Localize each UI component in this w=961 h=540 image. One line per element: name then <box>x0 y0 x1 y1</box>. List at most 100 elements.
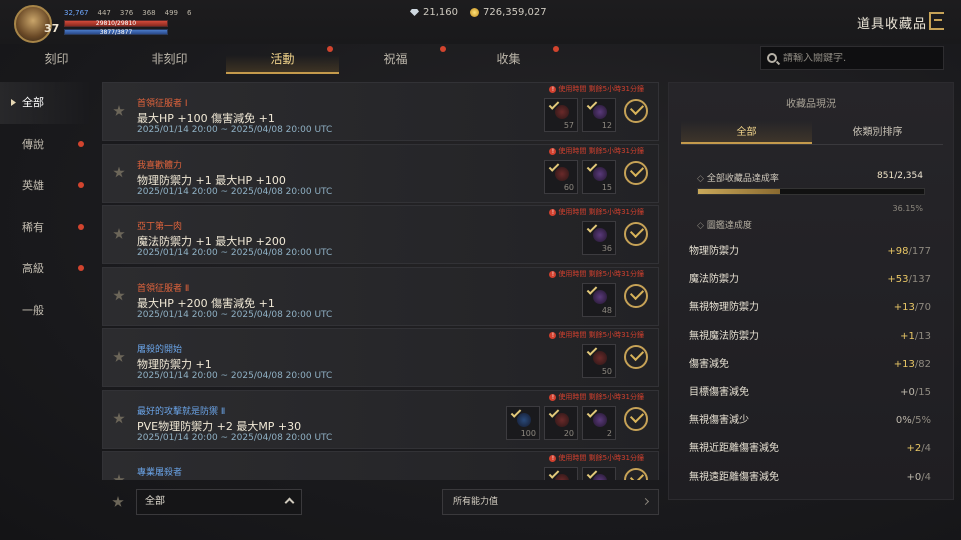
material-count: 50 <box>601 367 612 376</box>
favorite-star-icon[interactable] <box>113 166 125 178</box>
tab-engraved[interactable]: 刻印 <box>0 44 113 74</box>
tab-collect[interactable]: 收集 <box>452 44 565 74</box>
stat-total: /4 <box>921 443 931 455</box>
chevron-up-icon <box>284 497 295 508</box>
sidebar-item-legend[interactable]: 傳說 <box>0 124 92 166</box>
tab-non-engraved[interactable]: 非刻印 <box>113 44 226 74</box>
favorite-star-icon[interactable] <box>113 105 125 116</box>
stat-filter-dropdown[interactable]: 所有能力值 <box>442 489 659 515</box>
tab-blessing[interactable]: 祝福 <box>339 44 452 74</box>
collection-row[interactable]: 我喜歡體力 物理防禦力 +1 最大HP +100 2025/01/14 20:0… <box>102 143 659 203</box>
time-remaining: ! 使用時間 剩餘5小時31分鐘 <box>549 392 644 402</box>
stat-row: 魔法防禦力 +53/137 <box>689 266 931 294</box>
register-check-icon[interactable] <box>624 406 648 431</box>
register-check-icon[interactable] <box>624 283 648 308</box>
collection-row[interactable]: 首領征服者 Ⅱ 最大HP +200 傷害減免 +1 2025/01/14 20:… <box>102 266 659 326</box>
material-slot[interactable]: 12 <box>582 98 616 132</box>
material-slot[interactable]: 20 <box>544 405 578 440</box>
combat-power: 32,767 <box>64 9 89 17</box>
time-remaining: ! 使用時間 剩餘5小時31分鐘 <box>549 269 644 279</box>
register-check-icon[interactable] <box>624 345 648 369</box>
stat-value: 0%/5% <box>896 407 931 435</box>
stat-value: +13/82 <box>894 351 931 379</box>
material-slot[interactable]: 48 <box>582 282 616 317</box>
collection-row[interactable]: 專業屠殺者 物理防禦力 +1 !使用時間 剩餘5小時31分鐘 <box>102 451 659 480</box>
tab-all[interactable]: 全部 <box>681 121 812 144</box>
tab-label: 非刻印 <box>151 52 188 66</box>
search-box <box>760 46 944 70</box>
search-input[interactable] <box>783 52 933 64</box>
sidebar-item-hero[interactable]: 英雄 <box>0 165 92 207</box>
material-orb-icon <box>517 412 531 427</box>
exit-icon[interactable] <box>929 12 944 30</box>
register-check-icon[interactable] <box>624 468 648 480</box>
material-slot[interactable]: 2 <box>582 405 616 440</box>
favorite-star-icon[interactable] <box>113 228 125 239</box>
collection-effect: 物理防禦力 +1 <box>137 479 212 480</box>
collection-row[interactable]: 首領征服者 Ⅰ 最大HP +100 傷害減免 +1 2025/01/14 20:… <box>102 82 659 141</box>
alert-icon: ! <box>549 147 557 155</box>
collection-row[interactable]: 最好的攻擊就是防禦 Ⅱ PVE物理防禦力 +2 最大MP +30 2025/01… <box>102 389 659 449</box>
sidebar-item-advanced[interactable]: 高級 <box>0 248 92 290</box>
stat-name: 無視傷害減少 <box>689 415 749 427</box>
material-count: 48 <box>601 305 612 315</box>
collection-effect: 魔法防禦力 +1 最大HP +200 <box>137 235 286 248</box>
timer-text: 使用時間 剩餘5小時31分鐘 <box>558 208 644 216</box>
progress-fill <box>698 189 780 194</box>
material-slot[interactable]: 50 <box>582 344 616 378</box>
overall-done: 851 <box>877 171 895 181</box>
stat-name: 傷害減免 <box>689 358 729 370</box>
stat-current: +53 <box>887 274 909 286</box>
stat-current: +0 <box>900 386 915 398</box>
register-check-icon[interactable] <box>624 160 648 185</box>
favorite-filter-star-icon[interactable] <box>112 496 124 507</box>
tab-by-category[interactable]: 依類別排序 <box>812 121 943 144</box>
material-slot[interactable]: 36 <box>582 221 616 255</box>
category-filter-dropdown[interactable]: 全部 <box>136 489 302 515</box>
stat-row: 無視近距離傷害減免 +2/4 <box>689 435 931 463</box>
stat-total: /4 <box>921 471 931 483</box>
material-slot[interactable]: 57 <box>544 98 578 132</box>
search-icon <box>767 53 777 63</box>
sidebar-item-rare[interactable]: 稀有 <box>0 207 92 249</box>
stat-row: 無視物理防禦力 +13/70 <box>689 294 931 322</box>
stat-row: 傷害減免 +13/82 <box>689 351 931 379</box>
stat-total: /82 <box>914 358 931 370</box>
material-slots: 36 <box>582 221 616 255</box>
material-slot[interactable] <box>544 467 578 480</box>
favorite-star-icon[interactable] <box>113 351 125 362</box>
material-slot[interactable]: 60 <box>544 159 578 194</box>
collection-row[interactable]: 屠殺的開始 物理防禦力 +1 2025/01/14 20:00 ~ 2025/0… <box>102 328 659 387</box>
stat-value: +98/177 <box>887 238 931 266</box>
collection-row[interactable]: 亞丁第一肉 魔法防禦力 +1 最大HP +200 2025/01/14 20:0… <box>102 205 659 264</box>
register-check-icon[interactable] <box>624 99 648 123</box>
collection-effect: 物理防禦力 +1 最大HP +100 <box>137 173 286 187</box>
material-orb-icon <box>593 412 607 427</box>
stat-name: 無視魔法防禦力 <box>689 330 759 342</box>
sidebar-item-label: 稀有 <box>22 220 44 234</box>
favorite-star-icon[interactable] <box>113 289 125 301</box>
notification-dot <box>78 223 84 230</box>
collection-effect: PVE物理防禦力 +2 最大MP +30 <box>137 419 302 433</box>
tab-event[interactable]: 活動 <box>226 44 339 74</box>
material-orb-icon <box>593 474 607 480</box>
sidebar-item-all[interactable]: 全部 <box>0 82 92 124</box>
material-slot[interactable]: 15 <box>582 159 616 194</box>
material-slot[interactable]: 100 <box>506 405 540 440</box>
material-slots: 100 20 2 <box>506 405 616 440</box>
dropdown-value: 全部 <box>145 496 165 507</box>
mp-bar: 3877/3877 <box>64 29 168 36</box>
favorite-star-icon[interactable] <box>113 474 125 480</box>
stat-name: 魔法防禦力 <box>689 274 739 286</box>
stat-row: 目標傷害減免 +0/15 <box>689 379 931 407</box>
sidebar-item-label: 一般 <box>22 303 44 317</box>
sidebar-item-common[interactable]: 一般 <box>0 290 92 332</box>
register-check-icon[interactable] <box>624 222 648 246</box>
favorite-star-icon[interactable] <box>113 412 125 424</box>
material-slot[interactable] <box>582 467 616 480</box>
collection-title: 屠殺的開始 <box>137 345 183 355</box>
collection-title: 首領征服者 Ⅱ <box>137 283 190 294</box>
stat-name: 物理防禦力 <box>689 246 739 257</box>
stat-row: 物理防禦力 +98/177 <box>689 238 931 266</box>
material-count: 36 <box>601 244 612 253</box>
